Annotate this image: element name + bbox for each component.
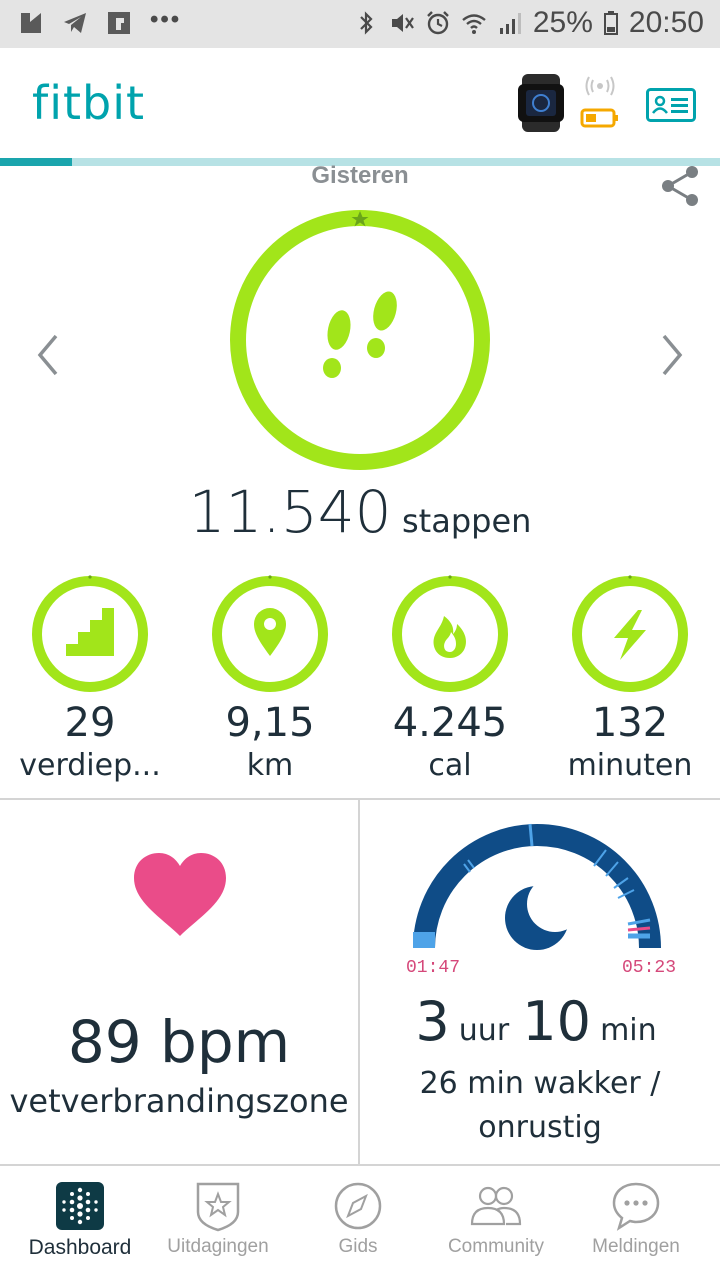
nav-community[interactable]: Community (424, 1168, 568, 1280)
steps-value: 11.540 (188, 478, 392, 546)
next-day-arrow[interactable] (652, 330, 692, 380)
sleep-end-time: 05:23 (622, 958, 677, 978)
status-bar: ••• 25% 20:50 (0, 0, 720, 48)
nav-notifications-label: Meldingen (592, 1236, 680, 1257)
nav-dashboard[interactable]: Dashboard (8, 1168, 152, 1280)
alarm-icon (427, 11, 449, 35)
bottom-navigation: Dashboard Uitdagingen Gids Community Mel… (0, 1168, 720, 1280)
minutes-label: minuten (567, 748, 693, 783)
sleep-awake-text: 26 min wakker / onrustig (390, 1062, 690, 1150)
nav-community-label: Community (447, 1236, 545, 1257)
heart-icon (134, 853, 226, 936)
more-notifications-icon: ••• (150, 6, 182, 33)
community-icon (470, 1186, 522, 1226)
share-icon[interactable] (658, 164, 702, 208)
footsteps-icon (323, 291, 397, 378)
stat-calories[interactable]: 4.245 cal (360, 574, 540, 783)
stat-distance[interactable]: 9,15 km (180, 574, 360, 783)
dashboard-tiles: 89 bpm vetverbrandingszone 01:47 05:23 3 (0, 798, 720, 1166)
moon-icon (505, 876, 583, 950)
device-watch-icon[interactable] (514, 74, 568, 132)
distance-value: 9,15 (225, 700, 315, 746)
star-badge-icon (196, 1182, 240, 1232)
stats-row: 29 verdiep... 9,15 km 4.245 cal 132 minu… (0, 574, 720, 794)
app-header: fitbit (0, 48, 720, 158)
distance-label: km (246, 748, 294, 783)
chat-bubble-icon (612, 1182, 660, 1231)
steps-ring[interactable] (228, 208, 492, 472)
status-system: 25% 20:50 (353, 6, 704, 40)
nav-guide[interactable]: Gids (286, 1168, 430, 1280)
nav-guide-label: Gids (338, 1236, 378, 1257)
lightning-icon (572, 575, 688, 692)
battery-percent: 25% (532, 6, 593, 39)
k-app-icon (21, 13, 41, 33)
nav-challenges-label: Uitdagingen (167, 1236, 269, 1257)
clock: 20:50 (628, 6, 704, 39)
minutes-value: 132 (591, 700, 669, 746)
steps-unit: stappen (401, 502, 532, 540)
floors-label: verdiep... (19, 748, 161, 783)
nav-notifications[interactable]: Meldingen (564, 1168, 708, 1280)
sleep-arc-chart (413, 823, 661, 950)
calories-label: cal (428, 748, 472, 783)
sleep-hours-unit: uur (458, 1013, 510, 1048)
profile-card-icon[interactable] (646, 88, 696, 122)
stat-active-minutes[interactable]: 132 minuten (540, 574, 720, 783)
flame-icon (392, 575, 508, 692)
sleep-awake-line1: 26 min wakker / (419, 1066, 661, 1101)
stairs-icon (32, 575, 148, 692)
location-pin-icon (212, 575, 328, 692)
mute-icon (391, 14, 414, 32)
fitbit-logo: fitbit (32, 76, 146, 130)
flipboard-icon (108, 12, 130, 34)
dashboard-icon (56, 1182, 104, 1230)
sleep-minutes-unit: min (600, 1013, 657, 1048)
sleep-awake-line2: onrustig (478, 1110, 602, 1145)
signal-icon (499, 13, 521, 34)
calories-value: 4.245 (392, 700, 508, 746)
wifi-icon (462, 14, 486, 34)
compass-icon (334, 1182, 382, 1230)
heart-rate-value: 89 bpm (67, 1008, 291, 1076)
steps-count: 11.540 stappen (0, 478, 720, 546)
stat-floors[interactable]: 29 verdiep... (0, 574, 180, 783)
bluetooth-icon (360, 11, 373, 35)
sleep-start-time: 01:47 (406, 958, 461, 978)
nav-dashboard-label: Dashboard (28, 1236, 132, 1259)
heart-rate-tile[interactable]: 89 bpm vetverbrandingszone (0, 800, 360, 1166)
status-notifications: ••• (18, 6, 181, 36)
sleep-hours: 3 (415, 990, 450, 1053)
heart-rate-zone: vetverbrandingszone (9, 1082, 349, 1120)
sleep-minutes: 10 (522, 990, 591, 1053)
sleep-tile[interactable]: 01:47 05:23 3 uur 10 min 26 min wakker /… (360, 800, 720, 1166)
nav-challenges[interactable]: Uitdagingen (146, 1168, 290, 1280)
floors-value: 29 (64, 700, 116, 746)
telegram-icon (64, 13, 86, 33)
day-label: Gisteren (311, 162, 409, 189)
previous-day-arrow[interactable] (28, 330, 68, 380)
sync-battery-icon[interactable] (580, 74, 620, 132)
battery-icon (603, 11, 618, 35)
sleep-duration: 3 uur 10 min (360, 990, 720, 1053)
